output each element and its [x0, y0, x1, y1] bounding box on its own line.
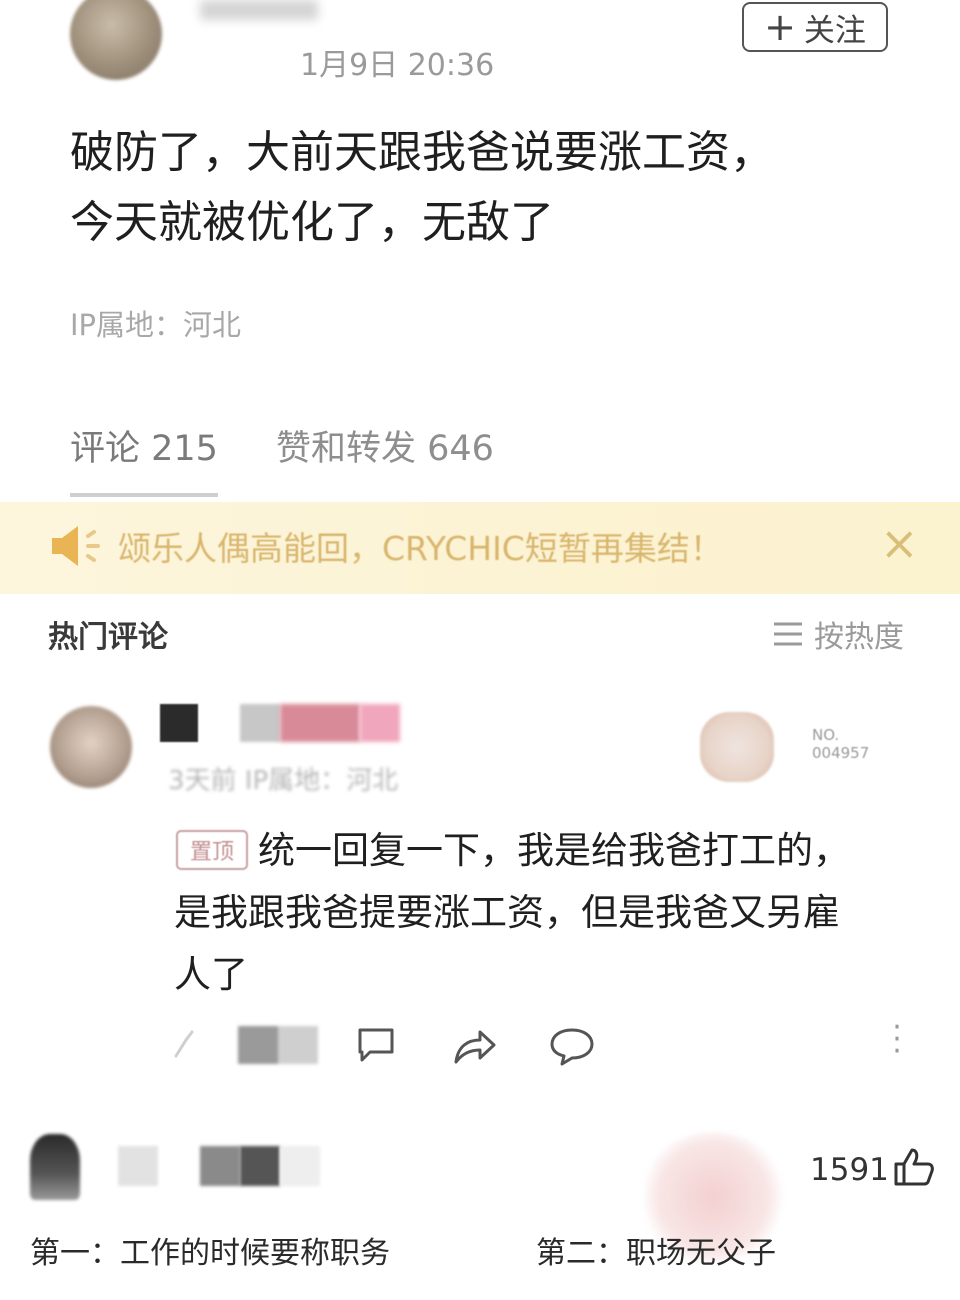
name-block — [280, 704, 360, 742]
fan-badge-number: NO. 004957 — [812, 726, 870, 762]
plus-icon: + — [764, 5, 796, 49]
like-count: 1591 — [810, 1152, 889, 1188]
comment-icon[interactable] — [548, 1024, 596, 1068]
ip-location: IP属地：河北 — [70, 308, 242, 342]
tab-likes-reposts[interactable]: 赞和转发 646 — [276, 420, 494, 471]
name-block — [160, 704, 198, 742]
name-block — [118, 1146, 158, 1186]
active-tab-indicator — [70, 493, 218, 497]
sort-label: 按热度 — [814, 620, 904, 655]
sort-toggle[interactable]: 按热度 — [772, 612, 904, 656]
thumbs-up-icon[interactable] — [892, 1146, 936, 1188]
banner-text: 颂乐人偶高能回，CRYCHIC短暂再集结！ — [118, 529, 723, 568]
commenter-avatar[interactable] — [50, 706, 132, 788]
hot-comments-title: 热门评论 — [48, 620, 168, 655]
commenter-name[interactable] — [158, 702, 408, 746]
name-block — [240, 1146, 280, 1186]
comment-body-line: 人了 — [174, 953, 248, 996]
comment-body-line: 是我跟我爸提要涨工资，但是我爸又另雇 — [174, 891, 840, 934]
author-name[interactable] — [200, 0, 318, 20]
speaker-icon — [52, 526, 100, 566]
commenter-name[interactable] — [118, 1146, 328, 1186]
sort-icon — [774, 622, 802, 646]
comment-body-line: 统一回复一下，我是给我爸打工的， — [258, 829, 850, 872]
comment-text: 第二：职场无父子 — [536, 1236, 776, 1271]
share-icon[interactable] — [450, 1024, 498, 1068]
commenter-avatar[interactable] — [30, 1134, 80, 1200]
post-body-line: 破防了，大前天跟我爸说要涨工资， — [70, 127, 774, 178]
name-block — [240, 704, 280, 742]
more-options-icon[interactable]: · · · — [887, 1013, 907, 1067]
follow-label: 关注 — [803, 12, 866, 49]
reply-icon[interactable] — [354, 1024, 400, 1064]
like-icon[interactable] — [170, 1026, 206, 1062]
author-avatar[interactable] — [70, 0, 162, 80]
post-body: 破防了，大前天跟我爸说要涨工资， 今天就被优化了，无敌了 — [70, 118, 890, 258]
follow-button[interactable]: + 关注 — [742, 2, 888, 52]
name-block — [360, 704, 400, 742]
post-body-line: 今天就被优化了，无敌了 — [70, 197, 554, 248]
tab-comments[interactable]: 评论 215 — [70, 420, 218, 471]
post-date: 1月9日 20:36 — [300, 48, 495, 83]
name-block — [280, 1146, 320, 1186]
comment-meta: 3天前 IP属地：河北 — [168, 766, 399, 796]
close-icon[interactable]: × — [880, 520, 919, 566]
comment-text: 第一：工作的时候要称职务 — [30, 1236, 390, 1271]
comment-body: 统一回复一下，我是给我爸打工的， 是我跟我爸提要涨工资，但是我爸又另雇 人了 — [174, 820, 914, 1006]
like-count-blurred — [238, 1026, 318, 1064]
fan-badge-image — [700, 712, 774, 782]
name-block — [200, 1146, 240, 1186]
